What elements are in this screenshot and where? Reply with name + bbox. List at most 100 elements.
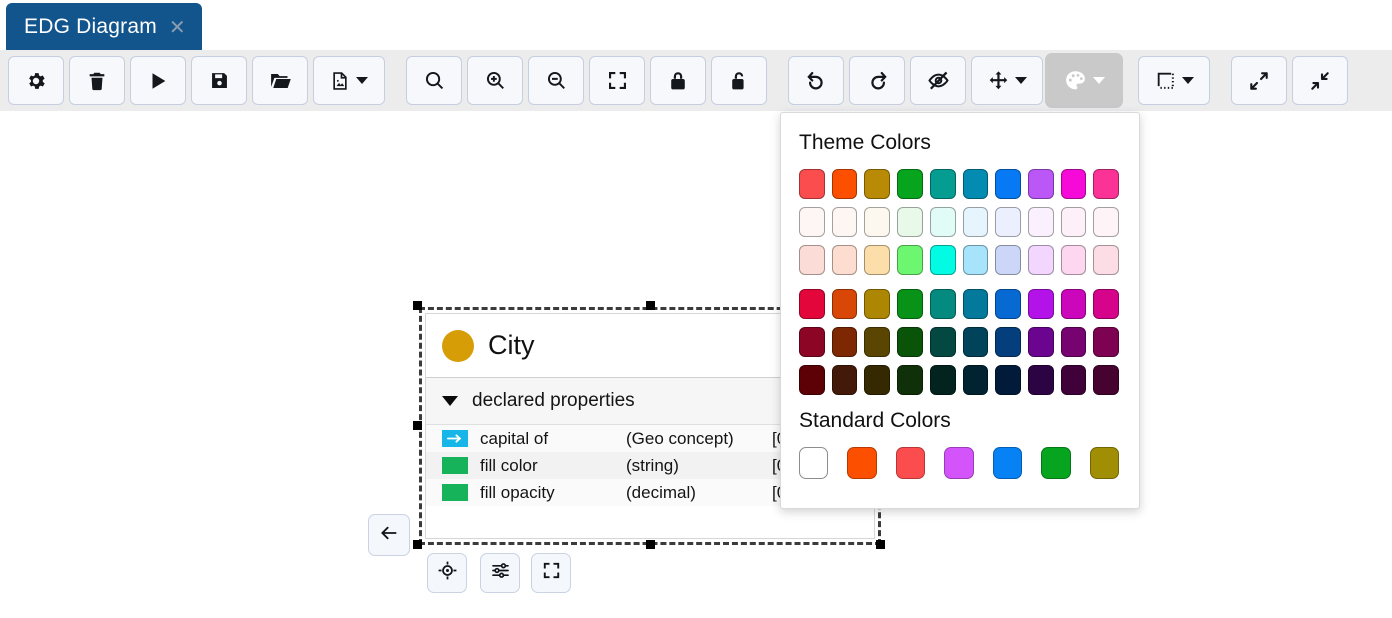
standard-color-swatch-1[interactable] [847,447,876,479]
color-swatch-1-8[interactable] [1061,207,1087,237]
color-swatch-1-4[interactable] [930,207,956,237]
collapse-button[interactable] [1292,56,1348,105]
color-palette-popup[interactable]: Theme Colors Standard Colors [780,112,1140,509]
resize-handle-w[interactable] [413,421,422,430]
color-swatch-0-4[interactable] [930,169,956,199]
color-swatch-4-7[interactable] [1028,327,1054,357]
color-swatch-1-1[interactable] [832,207,858,237]
color-swatch-2-5[interactable] [963,245,989,275]
color-swatch-5-3[interactable] [897,365,923,395]
color-swatch-3-8[interactable] [1061,289,1087,319]
color-swatch-5-0[interactable] [799,365,825,395]
color-swatch-5-5[interactable] [963,365,989,395]
color-swatch-0-6[interactable] [995,169,1021,199]
standard-color-swatch-5[interactable] [1041,447,1070,479]
color-swatch-0-8[interactable] [1061,169,1087,199]
color-swatch-4-1[interactable] [832,327,858,357]
run-button[interactable] [130,56,186,105]
color-swatch-4-6[interactable] [995,327,1021,357]
color-swatch-1-2[interactable] [864,207,890,237]
color-swatch-0-0[interactable] [799,169,825,199]
resize-handle-s[interactable] [646,540,655,549]
chevron-down-icon[interactable] [442,396,458,406]
tab-edg-diagram[interactable]: EDG Diagram ✕ [6,3,202,50]
color-palette-button[interactable] [1048,56,1120,105]
color-swatch-3-3[interactable] [897,289,923,319]
hide-button[interactable] [910,56,966,105]
expand-node-button[interactable] [531,553,571,593]
color-swatch-2-6[interactable] [995,245,1021,275]
color-swatch-2-1[interactable] [832,245,858,275]
navigate-left-button[interactable] [368,514,410,556]
expand-button[interactable] [1231,56,1287,105]
color-swatch-4-2[interactable] [864,327,890,357]
lock-button[interactable] [650,56,706,105]
color-swatch-2-2[interactable] [864,245,890,275]
color-swatch-2-9[interactable] [1093,245,1119,275]
node-settings-button[interactable] [480,553,520,593]
color-swatch-4-0[interactable] [799,327,825,357]
color-swatch-3-2[interactable] [864,289,890,319]
resize-handle-sw[interactable] [413,540,422,549]
layout-move-button[interactable] [971,56,1043,105]
color-swatch-5-8[interactable] [1061,365,1087,395]
delete-button[interactable] [69,56,125,105]
fit-screen-button[interactable] [589,56,645,105]
standard-color-swatch-3[interactable] [944,447,973,479]
diagram-canvas[interactable]: City declared properties capital of [0,111,1392,618]
color-swatch-3-6[interactable] [995,289,1021,319]
color-swatch-3-5[interactable] [963,289,989,319]
color-swatch-3-1[interactable] [832,289,858,319]
resize-handle-n[interactable] [646,301,655,310]
focus-node-button[interactable] [427,553,467,593]
search-button[interactable] [406,56,462,105]
standard-color-swatch-4[interactable] [993,447,1022,479]
color-swatch-5-1[interactable] [832,365,858,395]
close-icon[interactable]: ✕ [169,17,186,37]
color-swatch-1-3[interactable] [897,207,923,237]
color-swatch-2-3[interactable] [897,245,923,275]
zoom-out-button[interactable] [528,56,584,105]
color-swatch-4-3[interactable] [897,327,923,357]
color-swatch-5-6[interactable] [995,365,1021,395]
color-swatch-3-4[interactable] [930,289,956,319]
color-swatch-4-8[interactable] [1061,327,1087,357]
color-swatch-3-9[interactable] [1093,289,1119,319]
color-palette-button-wrapper[interactable] [1045,53,1123,108]
resize-handle-se[interactable] [876,540,885,549]
color-swatch-5-7[interactable] [1028,365,1054,395]
standard-color-swatch-6[interactable] [1090,447,1119,479]
color-swatch-2-8[interactable] [1061,245,1087,275]
unlock-button[interactable] [711,56,767,105]
standard-color-swatch-2[interactable] [896,447,925,479]
zoom-in-button[interactable] [467,56,523,105]
color-swatch-1-0[interactable] [799,207,825,237]
color-swatch-4-4[interactable] [930,327,956,357]
color-swatch-1-6[interactable] [995,207,1021,237]
color-swatch-3-7[interactable] [1028,289,1054,319]
color-swatch-0-1[interactable] [832,169,858,199]
settings-button[interactable] [8,56,64,105]
color-swatch-5-4[interactable] [930,365,956,395]
color-swatch-0-5[interactable] [963,169,989,199]
undo-button[interactable] [788,56,844,105]
color-swatch-0-7[interactable] [1028,169,1054,199]
color-swatch-2-0[interactable] [799,245,825,275]
color-swatch-2-7[interactable] [1028,245,1054,275]
resize-handle-nw[interactable] [413,301,422,310]
open-button[interactable] [252,56,308,105]
color-swatch-1-5[interactable] [963,207,989,237]
color-swatch-2-4[interactable] [930,245,956,275]
export-image-button[interactable] [313,56,385,105]
color-swatch-0-3[interactable] [897,169,923,199]
color-swatch-5-2[interactable] [864,365,890,395]
color-swatch-1-7[interactable] [1028,207,1054,237]
color-swatch-4-5[interactable] [963,327,989,357]
redo-button[interactable] [849,56,905,105]
color-swatch-0-2[interactable] [864,169,890,199]
color-swatch-5-9[interactable] [1093,365,1119,395]
color-swatch-0-9[interactable] [1093,169,1119,199]
save-button[interactable] [191,56,247,105]
color-swatch-1-9[interactable] [1093,207,1119,237]
color-swatch-3-0[interactable] [799,289,825,319]
